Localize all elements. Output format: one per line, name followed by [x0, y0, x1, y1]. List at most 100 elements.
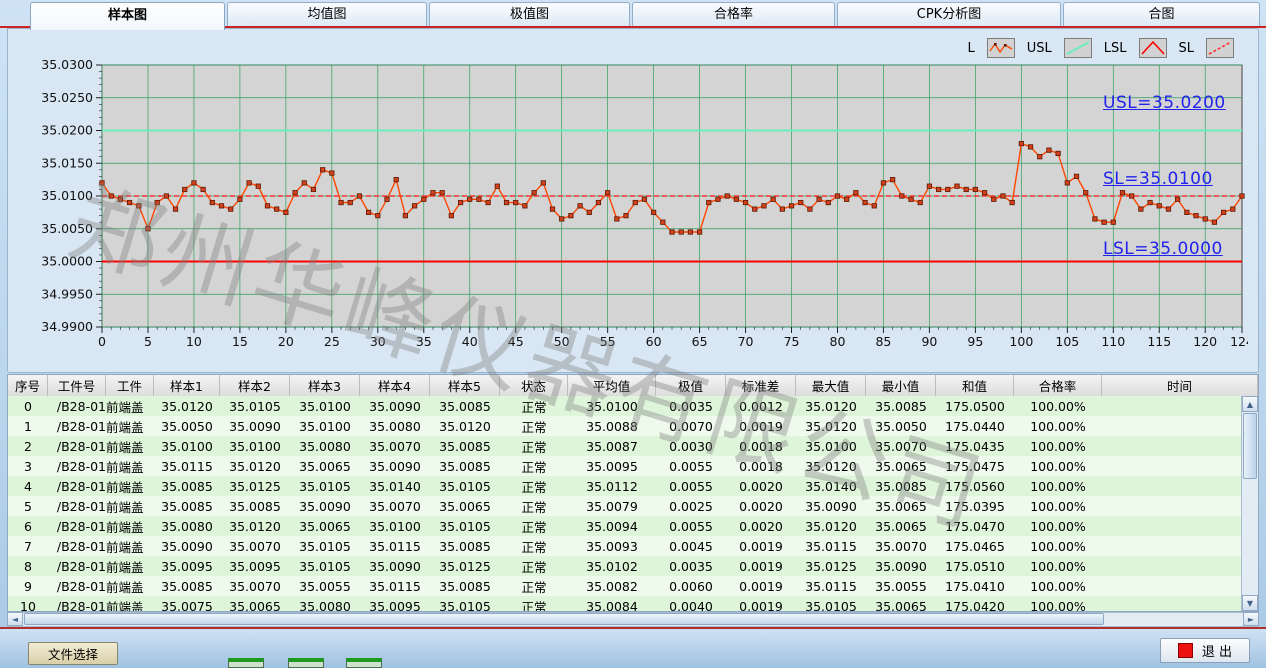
table-cell: 35.0120 [220, 456, 290, 476]
table-cell: 35.0125 [430, 556, 500, 576]
table-row[interactable]: 6/B28-01前端盖35.008035.012035.006535.01003… [8, 516, 1241, 536]
table-cell: 35.0115 [360, 576, 430, 596]
column-header[interactable]: 样本5 [430, 375, 500, 396]
column-header[interactable]: 状态 [500, 375, 568, 396]
chart-panel: L USL LSL SL 051015202530354045505560657… [7, 28, 1259, 373]
table-cell: 前端盖 [106, 496, 154, 516]
table-row[interactable]: 3/B28-01前端盖35.011535.012035.006535.00903… [8, 456, 1241, 476]
tab-range-chart[interactable]: 极值图 [429, 2, 630, 26]
table-row[interactable]: 1/B28-01前端盖35.005035.009035.010035.00803… [8, 416, 1241, 436]
table-cell [1102, 476, 1241, 496]
column-header[interactable]: 时间 [1102, 375, 1258, 396]
tab-combined-chart[interactable]: 合图 [1063, 2, 1260, 26]
table-cell: 35.0055 [290, 576, 360, 596]
column-header[interactable]: 样本1 [154, 375, 220, 396]
chart-legend: L USL LSL SL [967, 38, 1234, 58]
table-cell: 35.0120 [430, 416, 500, 436]
svg-text:105: 105 [1055, 334, 1079, 349]
tab-mean-chart[interactable]: 均值图 [227, 2, 427, 26]
table-cell: /B28-01 [48, 556, 106, 576]
table-cell: 35.0085 [220, 496, 290, 516]
column-header[interactable]: 标准差 [726, 375, 796, 396]
column-header[interactable]: 序号 [8, 375, 48, 396]
scroll-right-icon[interactable]: ► [1243, 612, 1259, 626]
table-cell: 0.0019 [726, 416, 796, 436]
table-cell: /B28-01 [48, 516, 106, 536]
tab-pass-rate[interactable]: 合格率 [632, 2, 835, 26]
horizontal-scroll-thumb[interactable] [24, 613, 1104, 625]
table-cell: 100.00% [1014, 436, 1102, 456]
table-row[interactable]: 7/B28-01前端盖35.009035.007035.010535.01153… [8, 536, 1241, 556]
table-cell: 0.0055 [656, 456, 726, 476]
table-cell: 35.0088 [568, 416, 656, 436]
table-cell: 4 [8, 476, 48, 496]
control-chart[interactable]: 0510152025303540455055606570758085909510… [40, 59, 1248, 361]
table-cell: 前端盖 [106, 556, 154, 576]
sample-line-icon [987, 38, 1015, 58]
table-cell: 35.0105 [430, 596, 500, 612]
table-row[interactable]: 2/B28-01前端盖35.010035.010035.008035.00703… [8, 436, 1241, 456]
scroll-up-icon[interactable]: ▲ [1242, 396, 1258, 412]
table-cell: 35.0080 [290, 596, 360, 612]
table-cell: 35.0090 [154, 536, 220, 556]
column-header[interactable]: 最大值 [796, 375, 866, 396]
table-row[interactable]: 0/B28-01前端盖35.012035.010535.010035.00903… [8, 396, 1241, 416]
svg-text:25: 25 [324, 334, 340, 349]
svg-text:115: 115 [1147, 334, 1171, 349]
table-row[interactable]: 9/B28-01前端盖35.008535.007035.005535.01153… [8, 576, 1241, 596]
table-cell: 0.0045 [656, 536, 726, 556]
table-vertical-scrollbar[interactable]: ▲ ▼ [1241, 396, 1258, 611]
table-header: 序号工件号工件样本1样本2样本3样本4样本5状态平均值极值标准差最大值最小值和值… [8, 375, 1258, 397]
table-cell: 35.0115 [796, 536, 866, 556]
file-select-button[interactable]: 文件选择 [28, 642, 118, 665]
table-cell: 35.0095 [220, 556, 290, 576]
table-cell: /B28-01 [48, 416, 106, 436]
column-header[interactable]: 最小值 [866, 375, 936, 396]
table-row[interactable]: 10/B28-01前端盖35.007535.006535.008035.0095… [8, 596, 1241, 612]
column-header[interactable]: 样本4 [360, 375, 430, 396]
table-cell: 175.0500 [936, 396, 1014, 416]
table-row[interactable]: 5/B28-01前端盖35.008535.008535.009035.00703… [8, 496, 1241, 516]
table-cell: 2 [8, 436, 48, 456]
table-cell: 35.0100 [290, 396, 360, 416]
exit-button[interactable]: 退 出 [1160, 638, 1250, 663]
table-cell: /B28-01 [48, 576, 106, 596]
column-header[interactable]: 和值 [936, 375, 1014, 396]
column-header[interactable]: 样本3 [290, 375, 360, 396]
table-cell: 正常 [500, 416, 568, 436]
column-header[interactable]: 极值 [656, 375, 726, 396]
scroll-left-icon[interactable]: ◄ [7, 612, 23, 626]
tab-cpk-analysis[interactable]: CPK分析图 [837, 2, 1061, 26]
table-cell: 35.0095 [568, 456, 656, 476]
column-header[interactable]: 工件号 [48, 375, 106, 396]
minimized-window-icon[interactable] [288, 658, 324, 668]
table-cell: 正常 [500, 476, 568, 496]
table-horizontal-scrollbar[interactable]: ◄ ► [7, 612, 1259, 627]
table-cell: 35.0093 [568, 536, 656, 556]
table-cell: 35.0105 [220, 396, 290, 416]
tab-sample-chart[interactable]: 样本图 [30, 2, 225, 30]
table-row[interactable]: 4/B28-01前端盖35.008535.012535.010535.01403… [8, 476, 1241, 496]
table-cell: 35.0090 [360, 396, 430, 416]
minimized-window-icon[interactable] [346, 658, 382, 668]
table-row[interactable]: 8/B28-01前端盖35.009535.009535.010535.00903… [8, 556, 1241, 576]
svg-text:90: 90 [921, 334, 937, 349]
svg-text:10: 10 [186, 334, 202, 349]
table-cell: 0.0019 [726, 596, 796, 612]
table-cell: 35.0120 [796, 516, 866, 536]
table-cell: 前端盖 [106, 396, 154, 416]
vertical-scroll-thumb[interactable] [1243, 413, 1257, 479]
svg-text:60: 60 [646, 334, 662, 349]
table-cell: 35.0065 [290, 456, 360, 476]
column-header[interactable]: 合格率 [1014, 375, 1102, 396]
column-header[interactable]: 平均值 [568, 375, 656, 396]
column-header[interactable]: 工件 [106, 375, 154, 396]
scroll-down-icon[interactable]: ▼ [1242, 595, 1258, 611]
table-cell: 35.0082 [568, 576, 656, 596]
table-cell: 35.0085 [866, 396, 936, 416]
column-header[interactable]: 样本2 [220, 375, 290, 396]
table-cell: 100.00% [1014, 476, 1102, 496]
table-cell: 35.0055 [866, 576, 936, 596]
minimized-window-icon[interactable] [228, 658, 264, 668]
table-cell: 35.0085 [154, 576, 220, 596]
